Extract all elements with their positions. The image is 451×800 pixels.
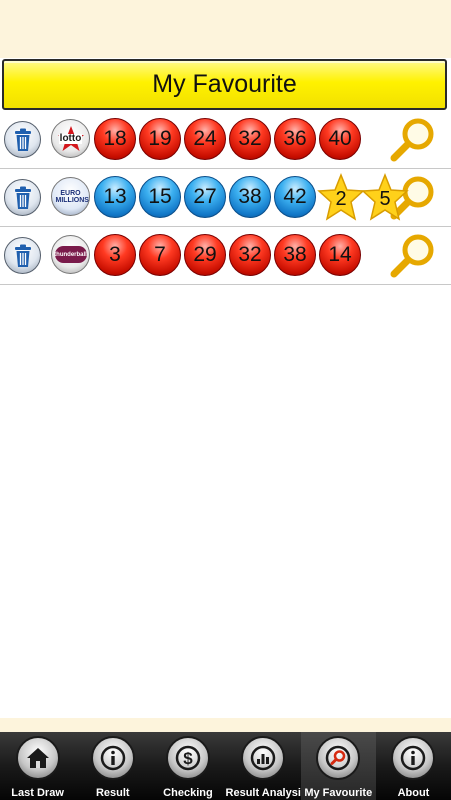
tab-label: About (397, 787, 430, 799)
number-ball: 3 (94, 234, 136, 276)
bottom-spacer (0, 718, 451, 732)
number-ball: 36 (274, 118, 316, 160)
tab-bar: Last Draw Result $ Checking Result Analy… (0, 732, 451, 800)
number-ball: 40 (319, 118, 361, 160)
tab-my-favourite[interactable]: My Favourite (300, 732, 376, 800)
tab-label: Checking (163, 787, 213, 799)
tab-label: My Favourite (304, 787, 373, 799)
number-ball: 32 (229, 118, 271, 160)
bar-chart-icon (241, 736, 286, 780)
view-details-button[interactable] (388, 116, 438, 164)
logo-text: lotto (58, 132, 83, 144)
favourite-row: lotto 18 19 24 32 36 40 (0, 111, 451, 169)
tab-checking[interactable]: $ Checking (150, 732, 225, 800)
magnifier-icon (390, 118, 434, 162)
tab-result[interactable]: Result (75, 732, 150, 800)
number-ball: 38 (229, 176, 271, 218)
search-icon (316, 736, 361, 780)
trash-icon (14, 186, 31, 209)
delete-button[interactable] (4, 237, 41, 274)
lucky-star: 5 (360, 173, 410, 223)
lottery-logo: thunderball (51, 235, 90, 274)
info-icon (391, 736, 436, 780)
number-ball: 38 (274, 234, 316, 276)
tab-last-draw[interactable]: Last Draw (0, 732, 75, 800)
tab-label: Result (95, 787, 130, 799)
favourite-row: EURO MILLIONS 13 15 27 38 42 2 5 (0, 169, 451, 227)
number-ball: 27 (184, 176, 226, 218)
favourite-row: thunderball 3 7 29 32 38 14 (0, 227, 451, 285)
number-ball: 32 (229, 234, 271, 276)
dollar-icon: $ (165, 736, 210, 780)
thunderball-number: 14 (319, 234, 361, 276)
logo-text: EURO MILLIONS (55, 189, 89, 204)
lucky-star: 2 (316, 173, 366, 223)
info-icon (90, 736, 135, 780)
number-ball: 7 (139, 234, 181, 276)
trash-icon (14, 244, 31, 267)
logo-text: thunderball (54, 251, 87, 258)
trash-icon (14, 128, 31, 151)
page-title: My Favourite (152, 70, 297, 98)
number-ball: 42 (274, 176, 316, 218)
lottery-logo: EURO MILLIONS (51, 177, 90, 216)
home-icon (15, 736, 60, 780)
tab-label: Last Draw (11, 787, 64, 799)
tab-about[interactable]: About (376, 732, 451, 800)
number-ball: 18 (94, 118, 136, 160)
svg-text:$: $ (183, 749, 193, 768)
tab-label: Result Analysis (225, 787, 308, 799)
view-details-button[interactable] (388, 232, 438, 280)
star-number: 5 (379, 188, 391, 210)
magnifier-icon (390, 234, 434, 278)
tab-result-analysis[interactable]: Result Analysis (225, 732, 308, 800)
number-ball: 13 (94, 176, 136, 218)
number-ball: 29 (184, 234, 226, 276)
lottery-logo: lotto (51, 119, 90, 158)
star-number: 2 (335, 188, 347, 210)
header-bar: My Favourite (2, 59, 447, 110)
top-spacer (0, 0, 451, 58)
number-ball: 15 (139, 176, 181, 218)
delete-button[interactable] (4, 121, 41, 158)
delete-button[interactable] (4, 179, 41, 216)
number-ball: 19 (139, 118, 181, 160)
number-ball: 24 (184, 118, 226, 160)
